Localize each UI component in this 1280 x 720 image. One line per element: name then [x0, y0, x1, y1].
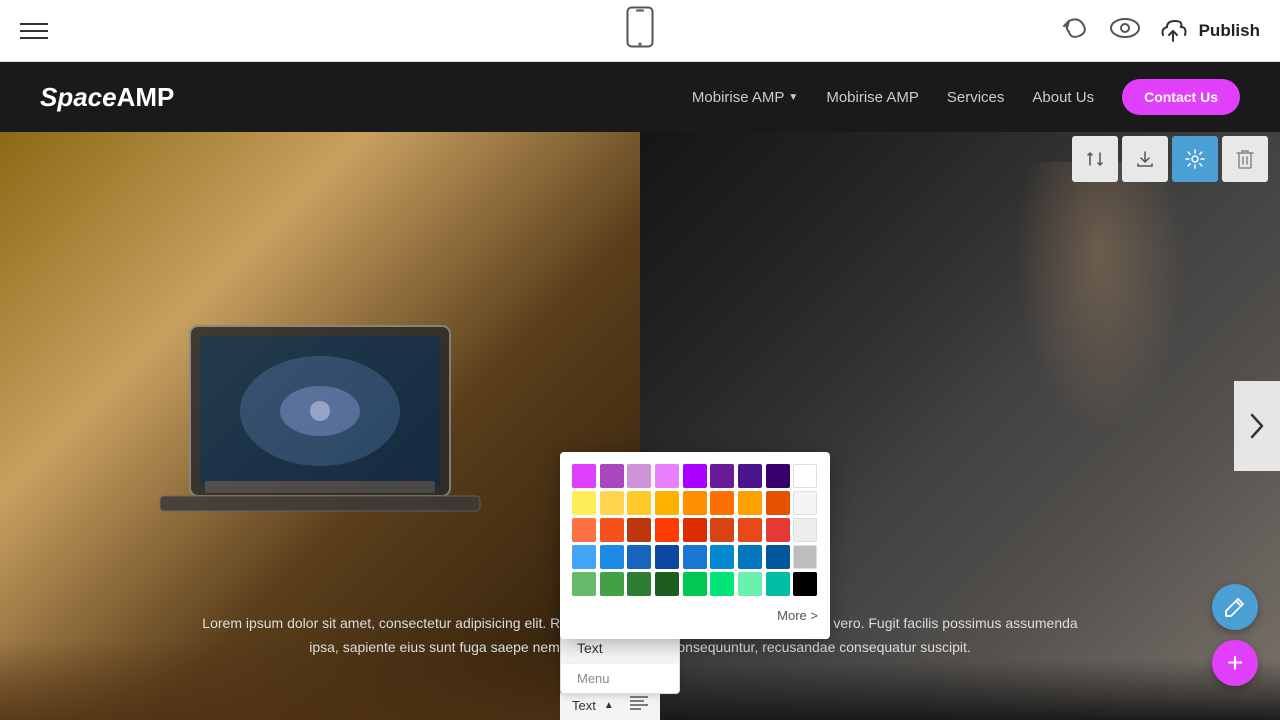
color-swatch[interactable] — [572, 518, 596, 542]
hero-section: Lorem ipsum dolor sit amet, consectetur … — [0, 132, 1280, 720]
color-swatch[interactable] — [655, 491, 679, 515]
bottom-text-bar: Text ▲ — [560, 690, 660, 720]
color-swatch[interactable] — [572, 572, 596, 596]
color-swatch[interactable] — [710, 518, 734, 542]
color-swatch[interactable] — [683, 464, 707, 488]
brand-bold: AMP — [117, 82, 175, 112]
color-swatch[interactable] — [766, 518, 790, 542]
sort-button[interactable] — [1072, 136, 1118, 182]
add-fab-button[interactable]: + — [1212, 640, 1258, 686]
next-arrow[interactable] — [1234, 381, 1280, 471]
color-swatch[interactable] — [710, 491, 734, 515]
contact-button[interactable]: Contact Us — [1122, 79, 1240, 115]
color-swatch[interactable] — [627, 491, 651, 515]
color-swatch[interactable] — [766, 545, 790, 569]
publish-label: Publish — [1199, 21, 1260, 41]
color-swatch[interactable] — [738, 572, 762, 596]
color-swatch[interactable] — [793, 518, 817, 542]
color-swatch[interactable] — [600, 572, 624, 596]
toolbar-left — [20, 23, 48, 39]
download-button[interactable] — [1122, 136, 1168, 182]
text-align-icon[interactable] — [630, 696, 648, 714]
hero-overlay-toolbar — [1072, 136, 1268, 182]
nav-link-mobirise2[interactable]: Mobirise AMP — [826, 89, 919, 106]
color-swatch[interactable] — [738, 491, 762, 515]
color-swatch[interactable] — [655, 464, 679, 488]
color-swatch[interactable] — [627, 545, 651, 569]
settings-button[interactable] — [1172, 136, 1218, 182]
color-swatch[interactable] — [572, 545, 596, 569]
color-swatch-white[interactable] — [793, 464, 817, 488]
color-swatch[interactable] — [710, 572, 734, 596]
color-swatch[interactable] — [766, 572, 790, 596]
nav-link-services[interactable]: Services — [947, 89, 1005, 106]
top-toolbar: Publish — [0, 0, 1280, 62]
nav-links: Mobirise AMP ▼ Mobirise AMP Services Abo… — [692, 79, 1240, 115]
more-colors-link[interactable]: More > — [572, 604, 818, 627]
color-swatch-black[interactable] — [793, 572, 817, 596]
publish-button[interactable]: Publish — [1159, 19, 1260, 43]
color-swatch[interactable] — [793, 545, 817, 569]
color-swatch[interactable] — [572, 464, 596, 488]
color-swatch[interactable] — [683, 572, 707, 596]
menu-icon[interactable] — [20, 23, 48, 39]
phone-preview-icon[interactable] — [626, 23, 654, 54]
color-swatch[interactable] — [766, 464, 790, 488]
color-swatch[interactable] — [710, 464, 734, 488]
color-swatch[interactable] — [600, 464, 624, 488]
add-icon: + — [1227, 649, 1243, 677]
color-swatch[interactable] — [600, 518, 624, 542]
color-swatch[interactable] — [627, 464, 651, 488]
color-swatch[interactable] — [738, 464, 762, 488]
preview-icon[interactable] — [1109, 17, 1141, 45]
text-arrow-icon[interactable]: ▲ — [604, 700, 614, 711]
style-menu[interactable]: Menu — [561, 664, 679, 693]
color-swatch[interactable] — [627, 572, 651, 596]
nav-link-about[interactable]: About Us — [1032, 89, 1094, 106]
edit-fab-button[interactable] — [1212, 584, 1258, 630]
color-swatch[interactable] — [683, 545, 707, 569]
brand-logo: SpaceAMP — [40, 82, 174, 113]
color-swatch[interactable] — [600, 491, 624, 515]
toolbar-center — [626, 6, 654, 55]
color-swatch[interactable] — [683, 518, 707, 542]
color-swatch[interactable] — [655, 572, 679, 596]
color-swatch[interactable] — [655, 518, 679, 542]
navbar: SpaceAMP Mobirise AMP ▼ Mobirise AMP Ser… — [0, 62, 1280, 132]
color-swatch[interactable] — [655, 545, 679, 569]
dropdown-arrow-icon: ▼ — [788, 92, 798, 103]
toolbar-right: Publish — [1061, 15, 1260, 47]
undo-icon[interactable] — [1061, 15, 1091, 47]
color-swatch[interactable] — [793, 491, 817, 515]
color-swatch[interactable] — [766, 491, 790, 515]
color-swatch[interactable] — [572, 491, 596, 515]
brand-italic: Space — [40, 82, 117, 112]
color-swatch[interactable] — [738, 545, 762, 569]
color-swatch[interactable] — [683, 491, 707, 515]
color-swatch[interactable] — [600, 545, 624, 569]
color-picker-popup: More > — [560, 452, 830, 639]
color-grid — [572, 464, 818, 596]
text-style-label[interactable]: Text — [572, 698, 596, 713]
delete-button[interactable] — [1222, 136, 1268, 182]
color-swatch[interactable] — [710, 545, 734, 569]
color-swatch[interactable] — [627, 518, 651, 542]
nav-link-mobirise1[interactable]: Mobirise AMP ▼ — [692, 89, 798, 106]
color-swatch[interactable] — [738, 518, 762, 542]
